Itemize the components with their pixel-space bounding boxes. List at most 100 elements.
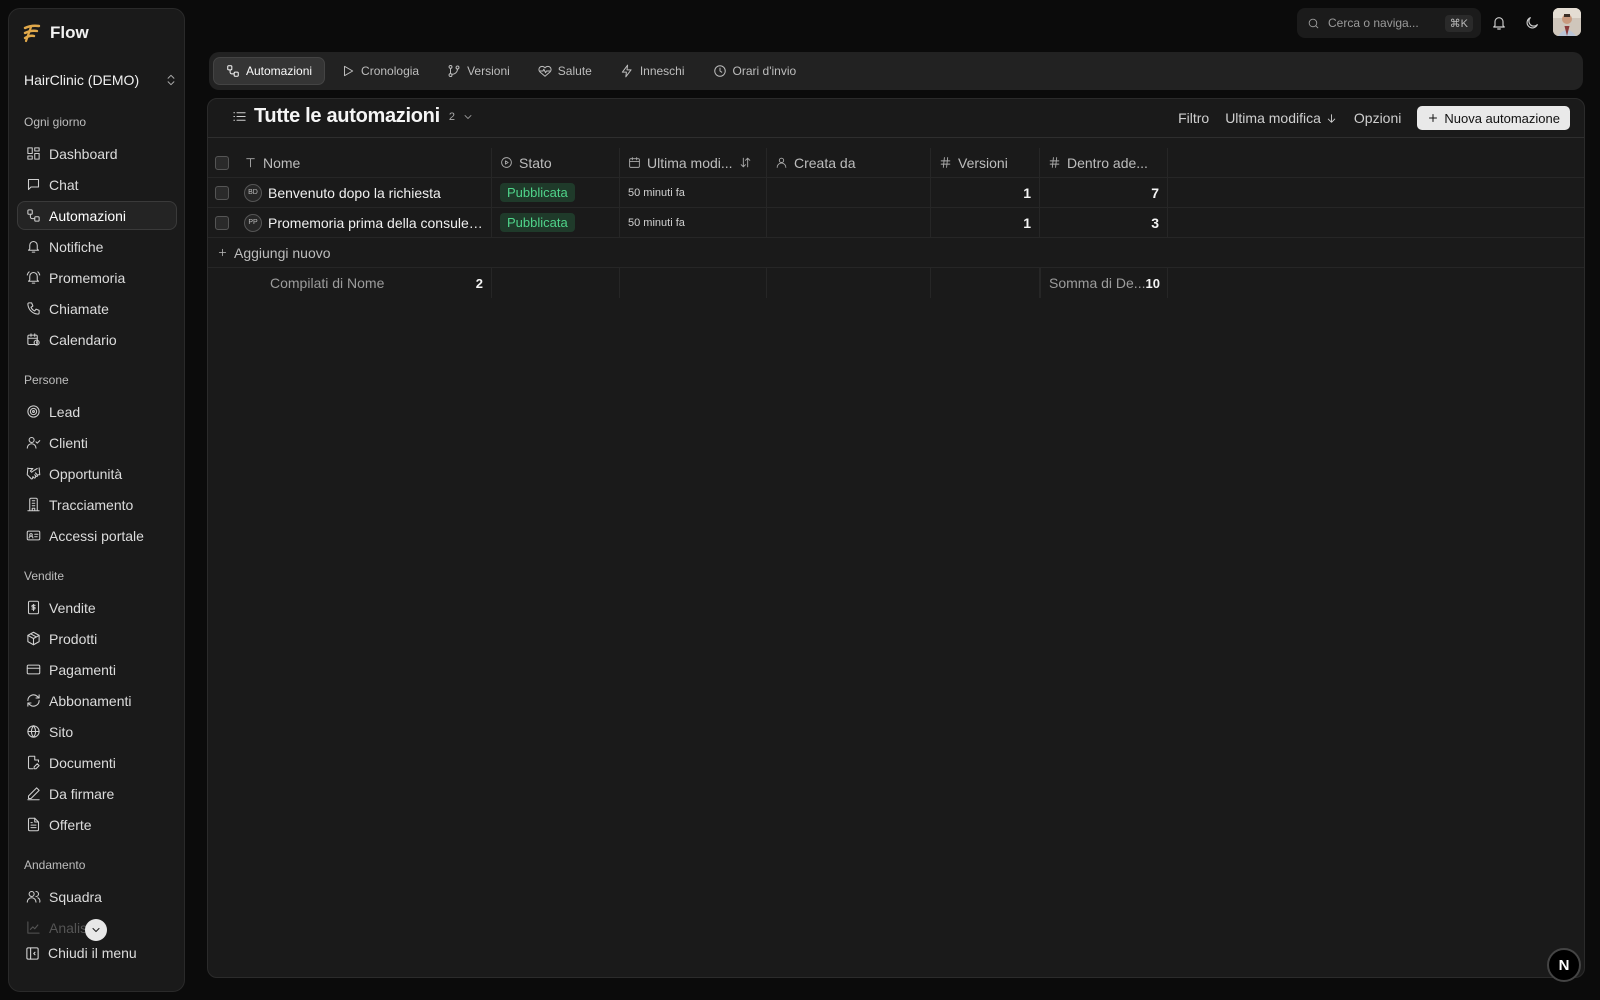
filter-button[interactable]: Filtro xyxy=(1178,110,1209,126)
sidebar-item-label: Notifiche xyxy=(49,238,104,255)
panel-left-close-icon xyxy=(26,946,39,960)
new-automation-button[interactable]: Nuova automazione xyxy=(1417,106,1570,130)
name-cell[interactable]: BD Benvenuto dopo la richiesta xyxy=(236,178,492,207)
sidebar-item-notifiche[interactable]: Notifiche xyxy=(17,232,177,261)
sort-button[interactable]: Ultima modifica xyxy=(1225,110,1338,126)
tab-versioni[interactable]: Versioni xyxy=(435,57,522,85)
select-all-checkbox[interactable] xyxy=(215,155,229,170)
column-header-stato[interactable]: Stato xyxy=(492,148,620,177)
column-header-ultima-modifica[interactable]: Ultima modi... xyxy=(620,148,767,177)
summary-name-label: Compilati di Nome xyxy=(270,275,385,291)
column-header-dentro-adesso[interactable]: Dentro ade... xyxy=(1040,148,1168,177)
sidebar-item-label: Automazioni xyxy=(49,207,127,224)
sort-arrows-icon xyxy=(740,157,750,168)
column-label: Creata da xyxy=(794,154,856,171)
inside-now-cell[interactable]: 7 xyxy=(1040,178,1168,207)
dev-indicator-badge[interactable]: N xyxy=(1547,948,1581,982)
sidebar-item-accessi-portale[interactable]: Accessi portale xyxy=(17,521,177,550)
inside-now-cell[interactable]: 3 xyxy=(1040,208,1168,237)
target-icon xyxy=(27,405,40,418)
column-label: Stato xyxy=(519,154,552,171)
section-label-persone: Persone xyxy=(24,373,69,387)
section-label-vendite: Vendite xyxy=(24,569,65,583)
tab-salute[interactable]: Salute xyxy=(526,57,604,85)
options-button[interactable]: Opzioni xyxy=(1354,110,1401,126)
sidebar-item-label: Vendite xyxy=(49,599,96,616)
sidebar-item-clienti[interactable]: Clienti xyxy=(17,428,177,457)
chat-icon xyxy=(27,178,40,191)
sidebar-item-tracciamento[interactable]: Tracciamento xyxy=(17,490,177,519)
notifications-button[interactable] xyxy=(1488,12,1510,34)
brand[interactable]: Flow xyxy=(22,23,89,43)
column-label: Dentro ade... xyxy=(1067,154,1148,171)
globe-icon xyxy=(27,725,40,738)
tab-inneschi[interactable]: Inneschi xyxy=(608,57,697,85)
row-checkbox[interactable] xyxy=(215,215,229,230)
search-icon xyxy=(1308,18,1319,28)
created-by-cell[interactable] xyxy=(767,208,931,237)
user-avatar[interactable] xyxy=(1553,8,1581,36)
sidebar-item-da-firmare[interactable]: Da firmare xyxy=(17,779,177,808)
list-icon xyxy=(233,112,246,121)
sidebar-item-abbonamenti[interactable]: Abbonamenti xyxy=(17,686,177,715)
sidebar-item-automazioni[interactable]: Automazioni xyxy=(17,201,177,230)
status-cell[interactable]: Pubblicata xyxy=(492,178,620,207)
workflow-icon xyxy=(227,65,239,77)
scroll-down-button[interactable] xyxy=(85,919,107,941)
summary-status-cell[interactable] xyxy=(492,268,620,298)
refresh-icon xyxy=(27,694,40,707)
sidebar-item-chat[interactable]: Chat xyxy=(17,170,177,199)
summary-created-by-cell[interactable] xyxy=(767,268,931,298)
column-header-creata-da[interactable]: Creata da xyxy=(767,148,931,177)
sidebar-item-pagamenti[interactable]: Pagamenti xyxy=(17,655,177,684)
last-modified-cell[interactable]: 50 minuti fa xyxy=(620,208,767,237)
status-cell[interactable]: Pubblicata xyxy=(492,208,620,237)
tab-orari-invio[interactable]: Orari d'invio xyxy=(701,57,809,85)
versions-cell[interactable]: 1 xyxy=(931,208,1040,237)
summary-name-cell[interactable]: Compilati di Nome 2 xyxy=(236,268,492,298)
section-label-andamento: Andamento xyxy=(24,858,86,872)
inside-now-value: 3 xyxy=(1151,214,1159,231)
row-select-cell xyxy=(208,178,236,207)
sidebar-item-label: Prodotti xyxy=(49,630,98,647)
user-check-icon xyxy=(26,436,41,449)
view-actions: Filtro Ultima modifica Opzioni Nuova aut… xyxy=(1178,106,1570,130)
tab-label: Cronologia xyxy=(361,64,420,78)
column-label: Versioni xyxy=(958,154,1008,171)
created-by-cell[interactable] xyxy=(767,178,931,207)
sidebar-item-opportunita[interactable]: Opportunità xyxy=(17,459,177,488)
summary-versions-cell[interactable] xyxy=(931,268,1040,298)
workspace-switcher[interactable]: HairClinic (DEMO) xyxy=(24,67,178,93)
versions-value: 1 xyxy=(1023,214,1031,231)
search-input[interactable]: Cerca o naviga... ⌘K xyxy=(1297,8,1481,38)
sidebar-item-calendario[interactable]: Calendario xyxy=(17,325,177,354)
row-checkbox[interactable] xyxy=(215,185,229,200)
tab-cronologia[interactable]: Cronologia xyxy=(329,57,431,85)
view-switcher[interactable]: Tutte le automazioni 2 xyxy=(232,105,474,128)
collapse-menu-button[interactable]: Chiudi il menu xyxy=(17,939,177,967)
tab-automazioni[interactable]: Automazioni xyxy=(213,57,326,85)
sidebar-item-squadra[interactable]: Squadra xyxy=(17,882,177,911)
sidebar-item-promemoria[interactable]: Promemoria xyxy=(17,263,177,292)
sidebar-item-sito[interactable]: Sito xyxy=(17,717,177,746)
sidebar-item-vendite[interactable]: Vendite xyxy=(17,593,177,622)
sidebar-item-dashboard[interactable]: Dashboard xyxy=(17,139,177,168)
summary-inside-now-cell[interactable]: Somma di De... 10 xyxy=(1040,268,1168,298)
sidebar-item-offerte[interactable]: Offerte xyxy=(17,810,177,839)
name-cell[interactable]: PP Promemoria prima della consulen... xyxy=(236,208,492,237)
tab-label: Versioni xyxy=(467,64,510,78)
last-modified-cell[interactable]: 50 minuti fa xyxy=(620,178,767,207)
column-header-nome[interactable]: Nome xyxy=(236,148,492,177)
add-new-button[interactable]: Aggiungi nuovo xyxy=(208,238,508,267)
table-row[interactable]: PP Promemoria prima della consulen... Pu… xyxy=(208,208,1584,238)
summary-last-modified-cell[interactable] xyxy=(620,268,767,298)
theme-toggle-button[interactable] xyxy=(1521,12,1543,34)
sidebar-item-documenti[interactable]: Documenti xyxy=(17,748,177,777)
chevrons-up-down-icon xyxy=(167,74,175,86)
table-row[interactable]: BD Benvenuto dopo la richiesta Pubblicat… xyxy=(208,178,1584,208)
versions-cell[interactable]: 1 xyxy=(931,178,1040,207)
sidebar-item-chiamate[interactable]: Chiamate xyxy=(17,294,177,323)
sidebar-item-prodotti[interactable]: Prodotti xyxy=(17,624,177,653)
column-header-versioni[interactable]: Versioni xyxy=(931,148,1040,177)
sidebar-item-lead[interactable]: Lead xyxy=(17,397,177,426)
